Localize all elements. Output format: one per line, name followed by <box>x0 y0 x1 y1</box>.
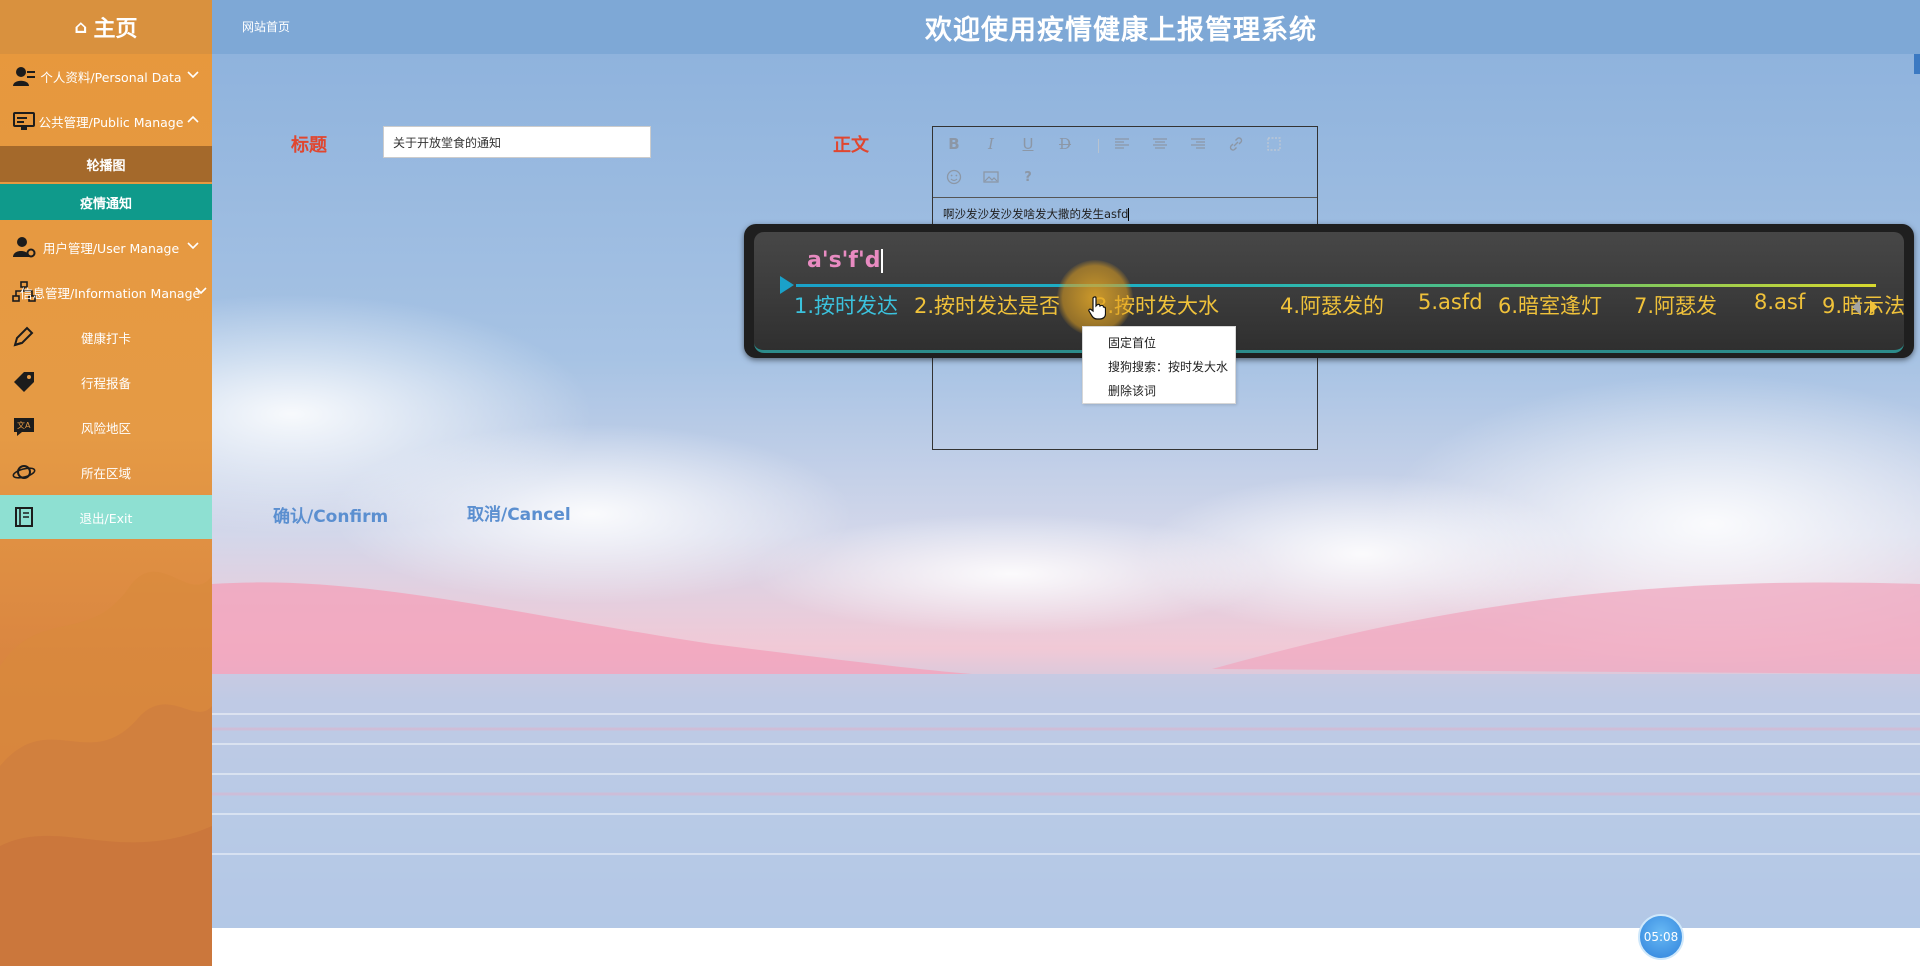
scrollbar-thumb[interactable] <box>1914 54 1920 74</box>
planet-icon <box>12 465 36 479</box>
context-menu-item-delete-word[interactable]: 删除该词 <box>1108 382 1156 399</box>
ime-page-arrows[interactable] <box>1848 298 1888 316</box>
sidebar: ⌂ 主页 个人资料/Personal Data 公共管理/Public Mana… <box>0 0 212 966</box>
text-caret <box>1128 208 1130 221</box>
chevron-down-icon <box>195 287 207 295</box>
sidebar-item-label: 所在区域 <box>80 465 131 481</box>
link-icon[interactable] <box>1225 133 1247 155</box>
ime-candidate[interactable]: 8.asf <box>1754 290 1805 314</box>
sidebar-item-label: 用户管理/User Manage <box>42 240 180 256</box>
align-right-icon[interactable] <box>1187 133 1209 155</box>
sidebar-item-trip-report[interactable]: 行程报备 <box>0 360 212 404</box>
chevron-down-icon <box>187 71 199 79</box>
sidebar-item-exit[interactable]: 退出/Exit <box>0 495 212 539</box>
home-label: 主页 <box>93 17 138 42</box>
emoji-icon[interactable] <box>943 166 965 188</box>
ime-candidate[interactable]: 7.阿瑟发 <box>1634 290 1717 320</box>
ime-candidate-panel[interactable]: a's'f'd 1.按时发达 2.按时发达是否 3.按时发大水 4.阿瑟发的 5… <box>744 224 1914 358</box>
ime-divider-line <box>796 284 1876 287</box>
context-menu: 固定首位 搜狗搜索：按时发大水 删除该词 <box>1082 326 1236 404</box>
prev-page-icon <box>1852 300 1860 314</box>
align-center-icon[interactable] <box>1149 133 1171 155</box>
ime-candidate[interactable]: 1.按时发达 <box>794 290 898 320</box>
align-left-icon[interactable] <box>1111 133 1133 155</box>
title-input[interactable] <box>383 126 651 158</box>
context-menu-item-sogou-search[interactable]: 搜狗搜索：按时发大水 <box>1108 358 1228 375</box>
sidebar-subitem-carousel[interactable]: 轮播图 <box>0 146 212 182</box>
body-label: 正文 <box>833 135 869 156</box>
sidebar-item-label: 风险地区 <box>80 420 131 436</box>
image-icon[interactable] <box>980 166 1002 188</box>
home-icon: ⌂ <box>74 16 88 38</box>
sidebar-item-information-manage[interactable]: 信息管理/Information Manage <box>0 270 212 314</box>
editor-toolbar: B I U D ? <box>933 127 1317 198</box>
italic-button[interactable]: I <box>980 133 1002 155</box>
tag-icon <box>14 372 34 392</box>
user-gear-icon <box>13 237 36 258</box>
sidebar-item-personal-data[interactable]: 个人资料/Personal Data <box>0 54 212 98</box>
ime-caret <box>881 249 884 273</box>
floating-clock[interactable]: 05:08 <box>1638 914 1684 960</box>
cancel-button[interactable]: 取消/Cancel <box>467 500 571 525</box>
svg-text:文A: 文A <box>17 420 31 430</box>
bold-button[interactable]: B <box>943 133 965 155</box>
sidebar-item-label: 行程报备 <box>80 375 131 391</box>
unlink-icon[interactable] <box>1263 133 1285 155</box>
home-link[interactable]: ⌂ 主页 <box>0 0 212 54</box>
sidebar-item-user-manage[interactable]: 用户管理/User Manage <box>0 225 212 269</box>
ime-panel-body: a's'f'd 1.按时发达 2.按时发达是否 3.按时发大水 4.阿瑟发的 5… <box>754 232 1905 353</box>
sidebar-item-label: 健康打卡 <box>80 330 131 346</box>
ime-candidate[interactable]: 2.按时发达是否 <box>914 290 1060 320</box>
personal-card-icon <box>13 67 35 86</box>
page-title: 欢迎使用疫情健康上报管理系统 <box>925 15 1317 46</box>
book-icon <box>15 507 33 527</box>
sidebar-subitem-epidemic-notice[interactable]: 疫情通知 <box>0 184 212 220</box>
play-icon <box>780 276 794 294</box>
top-bar: 网站首页 欢迎使用疫情健康上报管理系统 <box>212 0 1920 54</box>
sidebar-hills-decoration <box>0 571 212 966</box>
monitor-icon <box>13 112 35 130</box>
ime-candidate[interactable]: 5.asfd <box>1418 290 1483 314</box>
sidebar-item-label: 退出/Exit <box>79 510 133 526</box>
strikethrough-button[interactable]: D <box>1054 133 1076 155</box>
hand-cursor-icon <box>1088 296 1106 320</box>
ime-composition: a's'f'd <box>807 248 884 273</box>
chat-translate-icon: 文A <box>14 418 34 436</box>
help-button[interactable]: ? <box>1017 166 1039 188</box>
confirm-button[interactable]: 确认/Confirm <box>273 502 388 527</box>
chevron-down-icon <box>187 242 199 250</box>
sidebar-item-public-manage[interactable]: 公共管理/Public Manage <box>0 99 212 143</box>
sidebar-item-my-region[interactable]: 所在区域 <box>0 450 212 494</box>
sidebar-item-label: 个人资料/Personal Data <box>40 69 182 85</box>
ime-composition-text: a's'f'd <box>807 248 881 273</box>
editor-text: 啊沙发沙发沙发啥发大撒的发生asfd <box>943 207 1129 221</box>
underline-button[interactable]: U <box>1017 133 1039 155</box>
sidebar-item-label: 信息管理/Information Manage <box>20 285 201 301</box>
sidebar-item-health-checkin[interactable]: 健康打卡 <box>0 315 212 359</box>
toolbar-divider <box>1098 139 1099 153</box>
title-label: 标题 <box>291 135 327 156</box>
ime-candidate[interactable]: 4.阿瑟发的 <box>1280 290 1384 320</box>
sidebar-item-label: 公共管理/Public Manage <box>38 114 184 130</box>
chevron-up-icon <box>187 115 199 123</box>
edit-pencil-icon <box>13 326 34 347</box>
context-menu-item-pin-first[interactable]: 固定首位 <box>1108 334 1156 351</box>
next-page-icon <box>1870 300 1878 314</box>
sidebar-item-risk-area[interactable]: 文A 风险地区 <box>0 405 212 449</box>
ime-candidate[interactable]: 6.暗室逢灯 <box>1498 290 1602 320</box>
